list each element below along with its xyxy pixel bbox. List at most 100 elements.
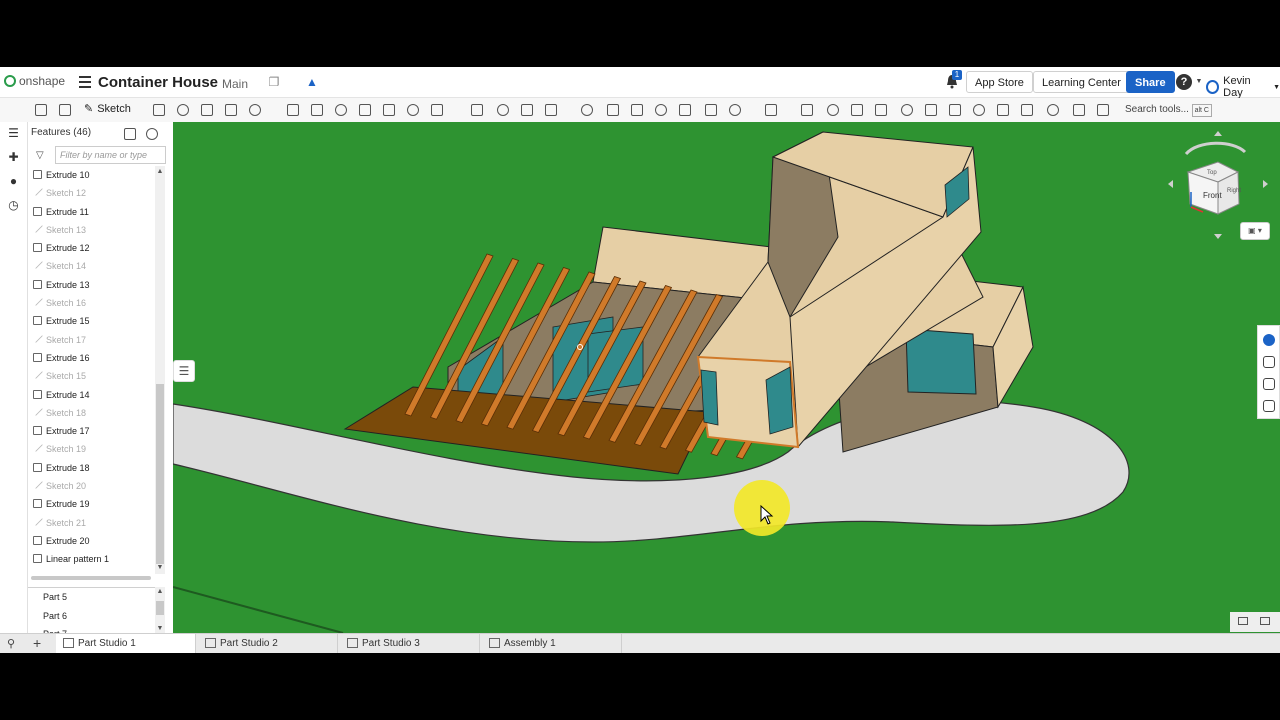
configurations-icon[interactable] — [1263, 356, 1275, 368]
toolbar-tool-icon[interactable] — [200, 103, 214, 117]
tab-part-studio-2[interactable]: Part Studio 2 — [198, 634, 338, 653]
toolbar-tool-icon[interactable] — [606, 103, 620, 117]
toolbar-tool-icon[interactable] — [470, 103, 484, 117]
toolbar-tool-icon[interactable] — [874, 103, 888, 117]
feature-item[interactable]: Sketch 19 — [28, 440, 154, 458]
tab-manager-icon[interactable]: ⚲ — [7, 637, 15, 650]
feature-item[interactable]: Sketch 18 — [28, 404, 154, 422]
toolbar-tool-icon[interactable] — [1096, 103, 1110, 117]
toolbar-tool-icon[interactable] — [654, 103, 668, 117]
variables-panel-icon[interactable] — [1263, 400, 1275, 412]
parts-scroll-thumb[interactable] — [156, 601, 164, 615]
app-store-button[interactable]: App Store — [966, 71, 1033, 93]
toolbar-tool-icon[interactable] — [972, 103, 986, 117]
toolbar-tool-icon[interactable] — [544, 103, 558, 117]
toolbar-tool-icon[interactable] — [430, 103, 444, 117]
toolbar-tool-icon[interactable] — [176, 103, 190, 117]
toolbar-tool-icon[interactable] — [1072, 103, 1086, 117]
toolbar-tool-icon[interactable] — [580, 103, 594, 117]
toolbar-tool-icon[interactable] — [678, 103, 692, 117]
feature-list-scrollbar[interactable]: ▲ ▼ — [155, 166, 165, 574]
feature-item[interactable]: Extrude 17 — [28, 422, 154, 440]
feature-item[interactable]: Sketch 16 — [28, 294, 154, 312]
tab-part-studio-3[interactable]: Part Studio 3 — [340, 634, 480, 653]
mass-properties-icon[interactable] — [1260, 617, 1270, 625]
feature-list-toggle-icon[interactable]: ☰ — [173, 360, 195, 382]
view-options-dropdown[interactable]: ▣ ▾ — [1240, 222, 1270, 240]
feature-item[interactable]: Extrude 15 — [28, 312, 154, 330]
feature-item[interactable]: Extrude 18 — [28, 459, 154, 477]
share-button[interactable]: Share — [1126, 71, 1175, 93]
scroll-thumb[interactable] — [156, 384, 164, 564]
copy-icon[interactable]: ❐ — [267, 75, 281, 89]
history-icon[interactable]: ◷ — [7, 199, 20, 212]
toolbar-tool-icon[interactable] — [496, 103, 510, 117]
add-tab-icon[interactable]: + — [33, 635, 41, 651]
toolbar-tool-icon[interactable] — [826, 103, 840, 117]
feature-item[interactable]: Sketch 15 — [28, 367, 154, 385]
scroll-down-icon[interactable]: ▼ — [155, 564, 165, 571]
toolbar-tool-icon[interactable] — [248, 103, 262, 117]
feature-item[interactable]: Extrude 11 — [28, 203, 154, 221]
tab-part-studio-1[interactable]: Part Studio 1 — [56, 634, 196, 653]
feature-item[interactable]: Extrude 20 — [28, 532, 154, 550]
tab-assembly-1[interactable]: Assembly 1 — [482, 634, 622, 653]
parts-scrollbar[interactable]: ▲ ▼ — [155, 587, 165, 637]
redo-icon[interactable] — [58, 103, 72, 117]
toolbar-tool-icon[interactable] — [520, 103, 534, 117]
help-icon[interactable]: ? — [1176, 74, 1192, 90]
rollback-timer-icon[interactable] — [146, 128, 158, 140]
parts-scroll-down-icon[interactable]: ▼ — [155, 625, 165, 632]
toolbar-tool-icon[interactable] — [800, 103, 814, 117]
feature-filter-input[interactable]: Filter by name or type — [55, 146, 166, 164]
measure-icon[interactable] — [1238, 617, 1248, 625]
feature-item[interactable]: Extrude 10 — [28, 166, 154, 184]
model-canvas[interactable]: Front Top Right — [173, 122, 1280, 633]
feature-item[interactable]: Sketch 13 — [28, 221, 154, 239]
feature-item[interactable]: Extrude 13 — [28, 276, 154, 294]
parts-panel-icon[interactable] — [1263, 378, 1275, 390]
toolbar-tool-icon[interactable] — [900, 103, 914, 117]
learning-center-button[interactable]: Learning Center — [1033, 71, 1130, 93]
feature-list-hscroll[interactable] — [31, 576, 151, 580]
feature-item[interactable]: Sketch 20 — [28, 477, 154, 495]
feature-item[interactable]: Linear pattern 1 — [28, 550, 154, 568]
3d-viewport[interactable]: Front Top Right ▣ ▾ — [173, 122, 1280, 633]
feature-item[interactable]: Sketch 12 — [28, 184, 154, 202]
toolbar-tool-icon[interactable] — [764, 103, 778, 117]
user-menu[interactable]: Kevin Day ▼ — [1206, 75, 1280, 99]
help-dropdown-chevron-icon[interactable]: ▼ — [1192, 75, 1206, 89]
learning-cap-icon[interactable]: ▲ — [305, 75, 319, 89]
branch-name[interactable]: Main — [222, 77, 248, 91]
toolbar-tool-icon[interactable] — [1046, 103, 1060, 117]
feature-item[interactable]: Extrude 19 — [28, 495, 154, 513]
toolbar-tool-icon[interactable] — [152, 103, 166, 117]
toolbar-tool-icon[interactable] — [948, 103, 962, 117]
undo-icon[interactable] — [34, 103, 48, 117]
toolbar-tool-icon[interactable] — [850, 103, 864, 117]
onshape-logo[interactable]: onshape — [4, 74, 65, 88]
toolbar-tool-icon[interactable] — [310, 103, 324, 117]
feature-item[interactable]: Extrude 14 — [28, 386, 154, 404]
appearance-icon[interactable] — [1263, 334, 1275, 346]
toolbar-tool-icon[interactable] — [382, 103, 396, 117]
toolbar-tool-icon[interactable] — [358, 103, 372, 117]
toolbar-tool-icon[interactable] — [286, 103, 300, 117]
toolbar-tool-icon[interactable] — [630, 103, 644, 117]
toolbar-tool-icon[interactable] — [704, 103, 718, 117]
sketch-button[interactable]: ✎ Sketch — [84, 102, 131, 116]
toolbar-tool-icon[interactable] — [924, 103, 938, 117]
feature-item[interactable]: Sketch 14 — [28, 257, 154, 275]
new-folder-icon[interactable] — [124, 128, 136, 140]
scroll-up-icon[interactable]: ▲ — [155, 168, 165, 175]
feature-item[interactable]: Extrude 16 — [28, 349, 154, 367]
part-item[interactable]: Part 6 — [28, 607, 165, 626]
comments-icon[interactable]: ● — [7, 175, 20, 188]
feature-list-icon[interactable]: ☰ — [7, 127, 20, 140]
search-tools-input[interactable]: Search tools... alt C — [1120, 101, 1216, 119]
toolbar-tool-icon[interactable] — [224, 103, 238, 117]
toolbar-tool-icon[interactable] — [334, 103, 348, 117]
parts-scroll-up-icon[interactable]: ▲ — [155, 588, 165, 595]
variables-icon[interactable]: ✚ — [7, 151, 20, 164]
feature-item[interactable]: Sketch 21 — [28, 514, 154, 532]
